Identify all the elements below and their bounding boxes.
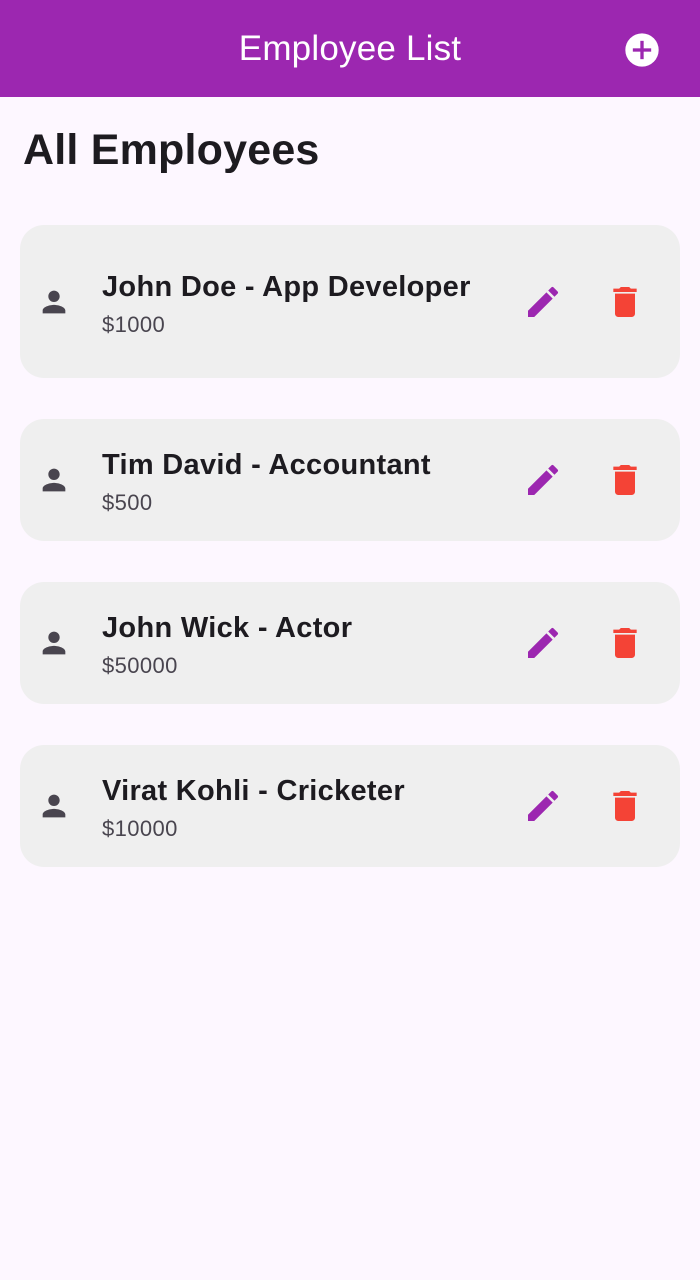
employee-card: Tim David - Accountant $500: [20, 419, 680, 541]
employee-salary: $500: [102, 490, 153, 515]
person-icon: [37, 463, 71, 497]
app-bar: Employee List: [0, 0, 700, 97]
delete-button[interactable]: [605, 623, 645, 663]
delete-button[interactable]: [605, 786, 645, 826]
employee-title: John Wick - Actor: [102, 612, 353, 644]
delete-button[interactable]: [605, 282, 645, 322]
employee-title: John Doe - App Developer: [102, 270, 471, 303]
trash-icon: [613, 628, 637, 658]
pencil-icon: [528, 286, 559, 317]
app-title: Employee List: [238, 29, 462, 68]
edit-button[interactable]: [523, 623, 563, 663]
delete-button[interactable]: [605, 460, 645, 500]
employee-card: Virat Kohli - Cricketer $10000: [20, 745, 680, 867]
employee-card: John Wick - Actor $50000: [20, 582, 680, 704]
trash-icon: [613, 286, 637, 317]
employee-info: John Doe - App Developer $1000: [102, 264, 482, 340]
add-employee-button[interactable]: [622, 30, 662, 70]
employee-list: John Doe - App Developer $1000 Tim David…: [20, 225, 680, 908]
person-icon: [37, 789, 71, 823]
employee-info: John Wick - Actor $50000: [102, 605, 482, 681]
employee-salary: $50000: [102, 653, 178, 678]
pencil-icon: [528, 464, 559, 495]
trash-icon: [613, 791, 637, 821]
person-icon: [37, 285, 71, 319]
employee-salary: $1000: [102, 311, 166, 337]
edit-button[interactable]: [523, 460, 563, 500]
employee-card: John Doe - App Developer $1000: [20, 225, 680, 378]
pencil-icon: [528, 790, 559, 821]
page-title: All Employees: [23, 126, 320, 174]
pencil-icon: [528, 627, 559, 658]
add-circle-icon: [625, 33, 659, 67]
trash-icon: [613, 465, 637, 495]
employee-info: Tim David - Accountant $500: [102, 442, 482, 518]
employee-info: Virat Kohli - Cricketer $10000: [102, 768, 482, 844]
employee-title: Tim David - Accountant: [102, 449, 431, 481]
edit-button[interactable]: [523, 282, 563, 322]
employee-title: Virat Kohli - Cricketer: [102, 775, 405, 807]
person-icon: [37, 626, 71, 660]
employee-salary: $10000: [102, 816, 178, 841]
edit-button[interactable]: [523, 786, 563, 826]
